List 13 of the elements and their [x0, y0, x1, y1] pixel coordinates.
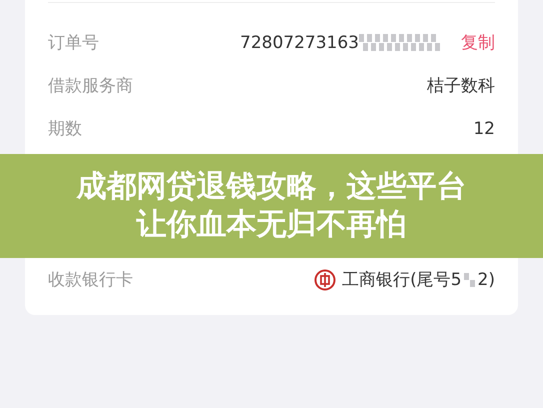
field-label: 订单号	[48, 32, 99, 54]
field-label: 期数	[48, 118, 82, 140]
field-label: 借款服务商	[48, 75, 133, 97]
banner-title: 让你血本无归不再怕	[136, 206, 406, 244]
field-value: 12	[473, 118, 495, 138]
field-label: 收款银行卡	[48, 269, 133, 291]
field-value: 桔子数科	[427, 75, 495, 97]
bank-logo-icon	[314, 268, 336, 290]
banner-title: 成都网贷退钱攻略，这些平台	[76, 168, 466, 206]
field-value: 72807273163	[240, 32, 359, 52]
field-value: 2)	[478, 270, 495, 290]
field-value: 工商银行(尾号5	[342, 269, 462, 291]
copy-link[interactable]: 复制	[461, 31, 495, 54]
